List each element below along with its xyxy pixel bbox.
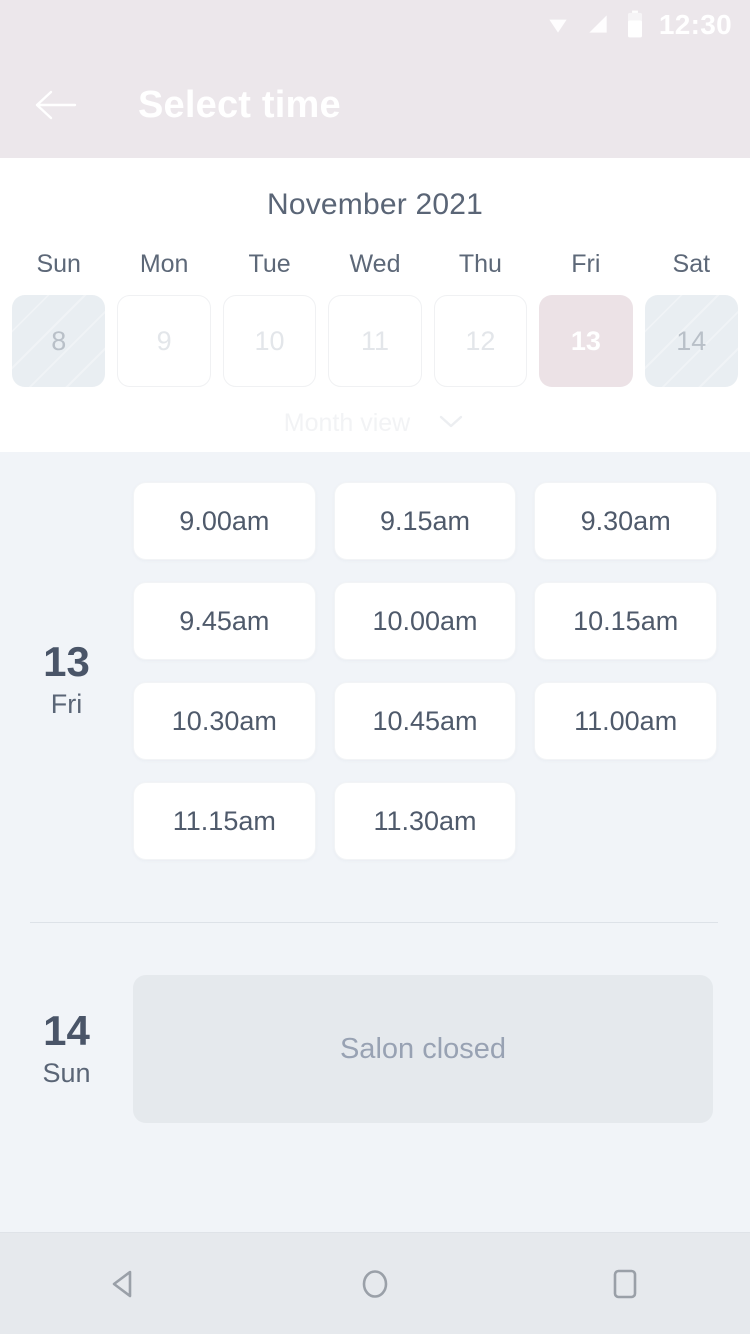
day-label-13: 13 Fri xyxy=(0,482,133,860)
day-weekday: Fri xyxy=(50,688,83,719)
weekday-label: Thu xyxy=(458,250,502,278)
month-view-toggle[interactable]: Month view xyxy=(0,409,750,438)
day-weekday: Sun xyxy=(42,1057,91,1088)
wifi-icon xyxy=(545,11,571,42)
weekday-label: Mon xyxy=(139,250,189,278)
day-block-14: 14 Sun Salon closed xyxy=(0,923,750,1123)
status-bar-clock: 12:30 xyxy=(658,9,732,40)
calendar-day-13[interactable]: 13 xyxy=(539,295,633,387)
calendar-day-9[interactable]: 9 xyxy=(117,295,211,387)
calendar-day-14[interactable]: 14 xyxy=(644,295,738,387)
time-slot[interactable]: 9.30am xyxy=(534,482,717,560)
back-arrow-icon xyxy=(35,90,77,120)
weekday-label: Wed xyxy=(349,250,401,278)
calendar-month-title: November 2021 xyxy=(266,188,484,221)
battery-icon xyxy=(625,10,645,43)
android-nav-bar xyxy=(0,1232,750,1334)
month-view-label: Month view xyxy=(283,409,411,437)
page-title: Select time xyxy=(138,83,341,126)
time-slot[interactable]: 10.15am xyxy=(534,582,717,660)
app-bar: Select time xyxy=(0,52,750,158)
time-slots-section: 13 Fri 9.00am 9.15am 9.30am 9.45am 10.00… xyxy=(0,452,750,1232)
day-number: 13 xyxy=(43,638,90,686)
back-button[interactable] xyxy=(30,79,82,131)
slot-grid-13: 9.00am 9.15am 9.30am 9.45am 10.00am 10.1… xyxy=(133,482,750,860)
android-recents-icon xyxy=(613,1269,637,1298)
calendar-day-12[interactable]: 12 xyxy=(433,295,528,387)
status-bar: 12:30 xyxy=(0,0,750,52)
android-home-icon xyxy=(362,1269,388,1298)
time-slot[interactable]: 10.30am xyxy=(133,682,316,760)
calendar-day-8[interactable]: 8 xyxy=(12,295,106,387)
weekday-label: Tue xyxy=(248,250,291,278)
android-back-icon xyxy=(112,1270,132,1297)
time-slot[interactable]: 9.15am xyxy=(333,482,517,560)
day-block-13: 13 Fri 9.00am 9.15am 9.30am 9.45am 10.00… xyxy=(0,452,750,860)
weekday-label: Fri xyxy=(571,250,601,278)
calendar-day-row: 8 9 10 11 12 13 14 xyxy=(0,295,750,387)
app-screen: 12:30 Select time November 2021 Sun Mon … xyxy=(0,0,750,1334)
weekday-label: Sat xyxy=(672,250,711,278)
salon-closed-card: Salon closed xyxy=(133,975,713,1123)
weekday-label: Sun xyxy=(36,250,81,278)
day-number: 14 xyxy=(43,1007,90,1055)
time-slot[interactable]: 11.00am xyxy=(534,682,717,760)
nav-home-button[interactable] xyxy=(320,1249,430,1319)
time-slot[interactable]: 10.45am xyxy=(333,682,517,760)
calendar-day-11[interactable]: 11 xyxy=(328,295,422,387)
calendar-weekday-header: Sun Mon Tue Wed Thu Fri Sat xyxy=(0,250,750,279)
time-slot[interactable]: 11.30am xyxy=(333,782,517,860)
day-label-14: 14 Sun xyxy=(0,975,133,1123)
time-slot[interactable]: 10.00am xyxy=(333,582,517,660)
cellular-signal-icon xyxy=(585,11,611,42)
time-slot[interactable]: 9.00am xyxy=(133,482,316,560)
nav-recents-button[interactable] xyxy=(570,1249,680,1319)
chevron-down-icon xyxy=(436,412,466,435)
nav-back-button[interactable] xyxy=(70,1249,180,1319)
time-slot[interactable]: 9.45am xyxy=(133,582,316,660)
time-slot[interactable]: 11.15am xyxy=(133,782,316,860)
calendar-week-strip: November 2021 Sun Mon Tue Wed Thu Fri Sa… xyxy=(0,158,750,452)
calendar-day-10[interactable]: 10 xyxy=(222,295,317,387)
